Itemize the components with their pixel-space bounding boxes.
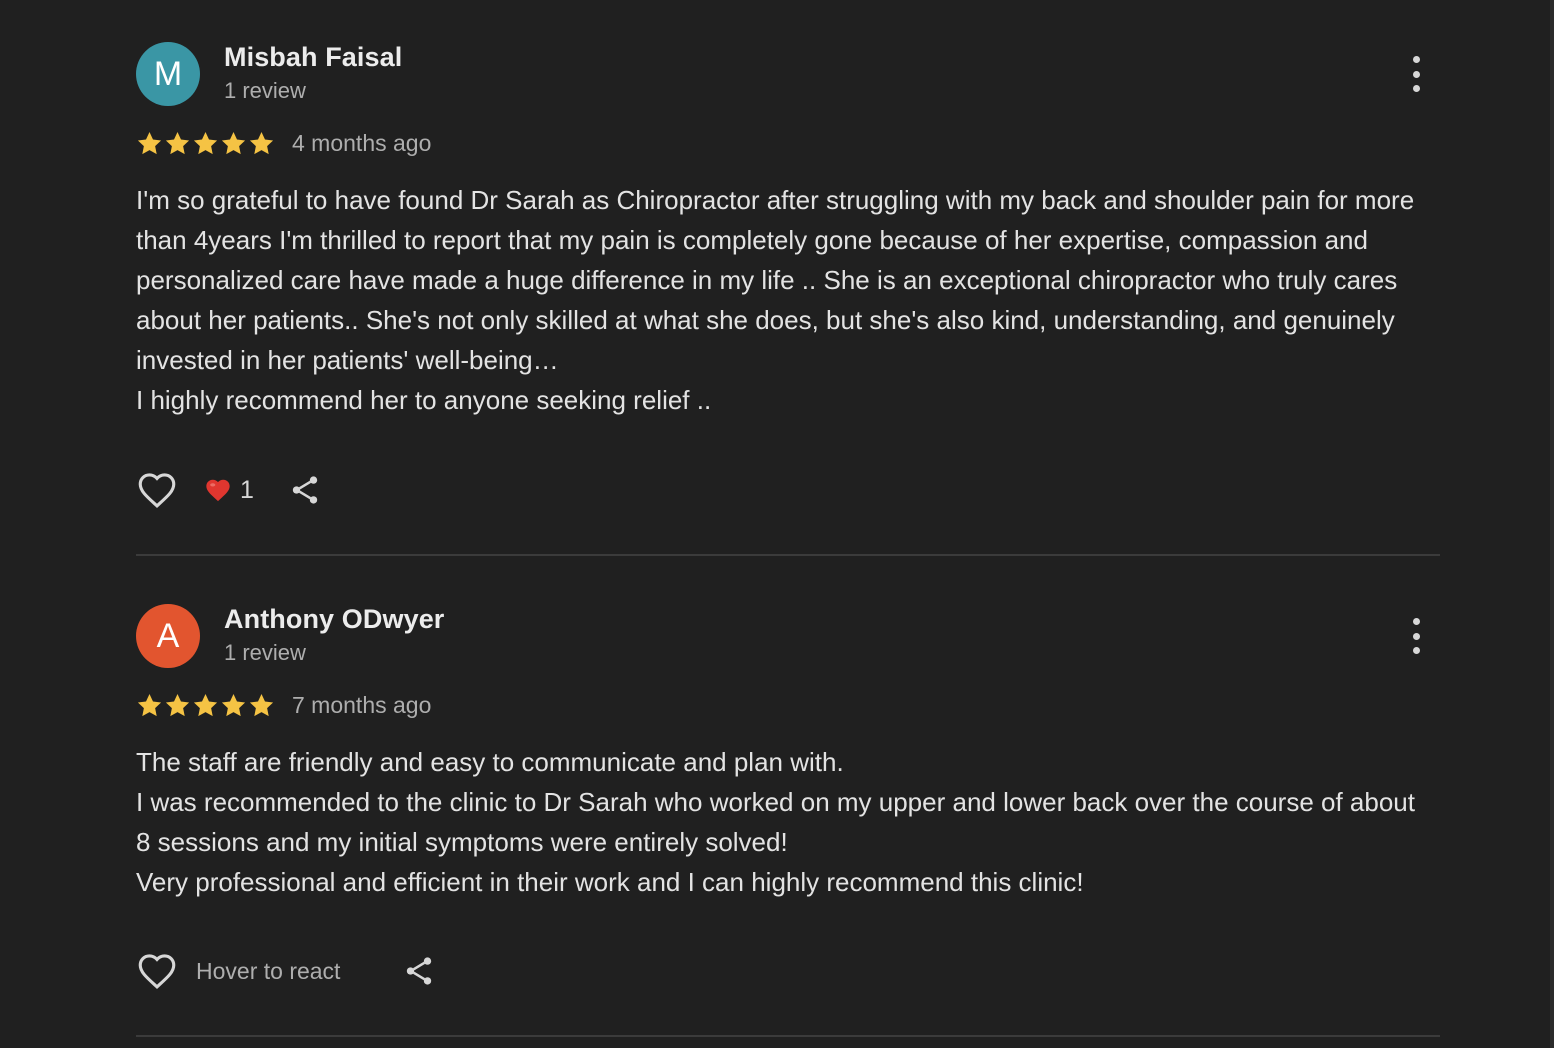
star-icon [165, 131, 190, 154]
star-icon [193, 693, 218, 716]
dot-icon [1412, 618, 1420, 625]
star-rating [136, 692, 275, 719]
review-header: A Anthony ODwyer 1 review [136, 604, 1440, 668]
reaction-count: 1 [240, 475, 254, 504]
review-header: M Misbah Faisal 1 review [136, 42, 1440, 106]
review-card: A Anthony ODwyer 1 review 7 months ago T… [136, 604, 1440, 1037]
heart-outline-icon [138, 473, 176, 509]
dot-icon [1412, 632, 1420, 640]
more-options-button[interactable] [1406, 56, 1426, 92]
review-date: 7 months ago [292, 691, 432, 718]
avatar-initial: A [156, 616, 180, 655]
review-date: 4 months ago [292, 129, 432, 156]
author-name[interactable]: Misbah Faisal [224, 42, 402, 73]
avatar-initial: M [153, 54, 183, 93]
review-text: I'm so grateful to have found Dr Sarah a… [136, 185, 1415, 415]
share-icon [292, 476, 318, 504]
dot-icon [1412, 85, 1420, 92]
reaction-summary[interactable]: 1 [204, 476, 254, 505]
star-rating [136, 130, 275, 157]
star-icon [137, 131, 162, 154]
like-button[interactable] [136, 950, 178, 992]
star-icon [249, 131, 274, 154]
author-review-count[interactable]: 1 review [224, 640, 306, 666]
divider [136, 554, 1440, 556]
heart-emoji-icon [206, 479, 230, 502]
review-card: M Misbah Faisal 1 review 4 months ago I'… [136, 42, 1440, 556]
dot-icon [1412, 56, 1420, 63]
more-options-button[interactable] [1406, 618, 1426, 654]
author-name[interactable]: Anthony ODwyer [224, 604, 444, 635]
review-actions: 1 [136, 466, 1440, 514]
star-icon [137, 693, 162, 716]
star-icon [165, 693, 190, 716]
star-icon [221, 131, 246, 154]
divider [136, 1035, 1440, 1037]
author-review-count[interactable]: 1 review [224, 78, 306, 104]
hover-to-react-hint: Hover to react [196, 957, 341, 984]
star-icon [249, 693, 274, 716]
like-button[interactable] [136, 469, 178, 511]
avatar[interactable]: A [136, 604, 200, 668]
star-icon [221, 693, 246, 716]
share-button[interactable] [402, 954, 436, 988]
dot-icon [1412, 70, 1420, 78]
dot-icon [1412, 647, 1420, 654]
review-actions: Hover to react [136, 947, 1440, 995]
avatar[interactable]: M [136, 42, 200, 106]
rating-row: 4 months ago [136, 126, 1440, 160]
heart-outline-icon [138, 954, 176, 990]
review-list: M Misbah Faisal 1 review 4 months ago I'… [136, 0, 1440, 1037]
rating-row: 7 months ago [136, 688, 1440, 722]
share-button[interactable] [288, 473, 322, 507]
share-icon [407, 957, 432, 985]
scrollbar[interactable] [1550, 0, 1554, 1048]
star-icon [193, 131, 218, 154]
review-text: The staff are friendly and easy to commu… [136, 747, 1415, 897]
